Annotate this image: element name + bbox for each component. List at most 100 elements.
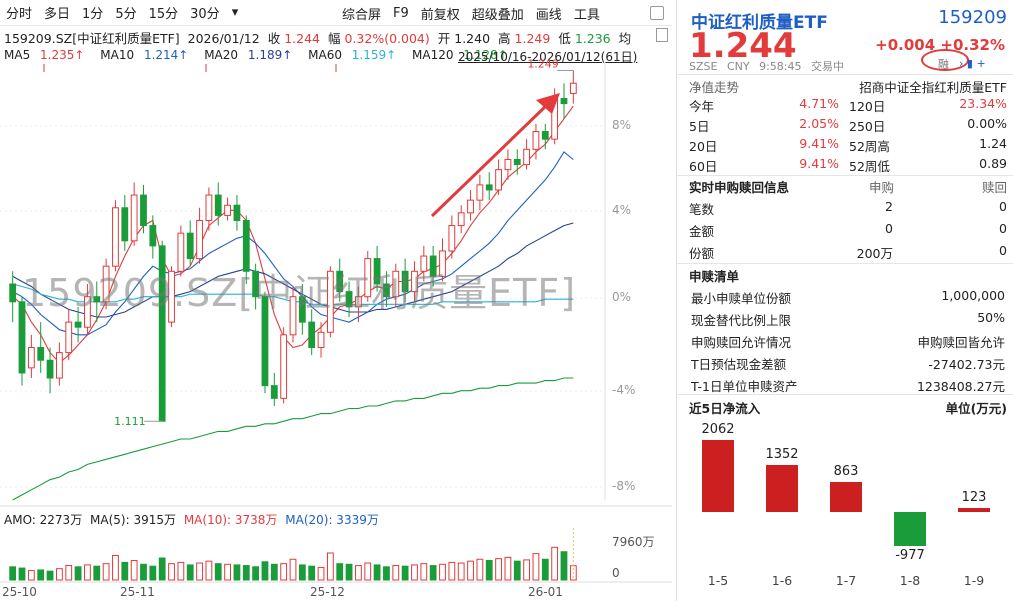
candle-body xyxy=(74,321,82,328)
volume-zero-label: 0 xyxy=(612,566,620,580)
amo-ma20: MA(20): 3339万 xyxy=(285,513,379,527)
candle-body xyxy=(308,321,316,349)
candle-body xyxy=(495,169,502,191)
volume-bar xyxy=(289,558,297,581)
volume-bar xyxy=(37,569,45,581)
candle-body xyxy=(214,194,222,216)
volume-bar xyxy=(392,565,400,581)
candle-body xyxy=(457,212,465,227)
volume-bar xyxy=(355,565,362,581)
inflow-value: 123 xyxy=(961,489,987,505)
volume-bar xyxy=(270,563,278,581)
date-tick-label: 25-12 xyxy=(310,585,345,599)
candle-body xyxy=(504,158,512,171)
pct-tick-label: 8% xyxy=(612,118,632,132)
volume-bar xyxy=(336,563,344,581)
volume-bar xyxy=(485,560,493,581)
chevron-right-icon[interactable]: › xyxy=(959,57,963,70)
inflow-bar xyxy=(702,440,734,512)
realtime-row: 笔数 2 0 xyxy=(689,199,1007,217)
realtime-row: 份额 200万 0 xyxy=(689,243,1007,261)
volume-bar xyxy=(242,565,250,581)
candle-body xyxy=(149,225,157,247)
pct-tick-label: 4% xyxy=(612,203,632,217)
flow-title: 近5日净流入 xyxy=(689,401,761,416)
list-row: T日预估现金差额 -27402.73元 xyxy=(691,357,1005,372)
inflow-date: 1-9 xyxy=(963,573,985,588)
list-row: 申购赎回允许情况 申购赎回皆允许 xyxy=(691,335,1005,350)
pct-tick-label: 0% xyxy=(612,290,632,304)
volume-bar xyxy=(93,565,101,581)
realtime-row: 金额 0 0 xyxy=(689,221,1007,239)
volume-bar xyxy=(523,559,531,581)
high-marker-label: 1.249 xyxy=(527,58,559,71)
amo-value: AMO: 2273万 xyxy=(4,513,83,527)
volume-bar xyxy=(513,560,521,581)
inflow-bar xyxy=(958,507,990,512)
fund-full-name: 招商中证全指红利质量ETF xyxy=(859,80,1007,95)
volume-bar xyxy=(18,567,26,581)
nav-trend-link[interactable]: 净值走势 xyxy=(689,77,739,96)
margin-badge[interactable]: 融 xyxy=(938,56,949,72)
candle-body xyxy=(55,352,63,379)
candle-body xyxy=(569,82,577,94)
fund-code: 159209 xyxy=(938,7,1007,28)
volume-bar xyxy=(560,551,568,581)
inflow-bar xyxy=(766,464,798,512)
volume-bar xyxy=(261,561,269,581)
add-icon[interactable]: + xyxy=(976,57,985,70)
inflow-date: 1-7 xyxy=(835,573,857,588)
perf-row: 今年 4.71% 120日 23.34% xyxy=(689,96,1007,114)
volume-bar xyxy=(298,564,306,581)
volume-bar xyxy=(429,565,437,581)
volume-bar xyxy=(158,557,166,581)
inflow-value: 863 xyxy=(833,463,859,479)
candle-body xyxy=(560,97,568,105)
volume-bar xyxy=(383,566,390,581)
date-tick-label: 25-10 xyxy=(2,585,37,599)
list-title: 申赎清单 xyxy=(689,269,740,284)
inflow-value: 1352 xyxy=(765,446,799,462)
candle-body xyxy=(196,219,203,260)
candle-body xyxy=(27,347,35,369)
volume-bar xyxy=(326,552,334,581)
annotation-arrow xyxy=(430,102,550,218)
volume-bar xyxy=(504,556,512,581)
candle-body xyxy=(46,359,54,379)
volume-bar xyxy=(224,563,231,581)
volume-bar xyxy=(401,565,409,581)
candle-body xyxy=(280,334,288,399)
currency-label: CNY xyxy=(726,60,750,73)
volume-bar xyxy=(140,563,147,581)
volume-bar xyxy=(233,564,241,581)
candle-body xyxy=(130,194,138,242)
pct-tick-label: -8% xyxy=(612,479,636,493)
candle-body xyxy=(467,199,474,214)
flow-header: 近5日净流入 单位(万元) xyxy=(689,398,1007,418)
bookmark-icon[interactable]: ▮ xyxy=(967,57,973,70)
volume-bar xyxy=(84,564,91,581)
volume-bar xyxy=(65,565,73,581)
date-tick-label: 25-11 xyxy=(120,585,155,599)
inflow-value: 2062 xyxy=(701,422,735,437)
candle-body xyxy=(476,184,484,201)
inflow-date: 1-5 xyxy=(707,573,729,588)
candle-body xyxy=(233,204,241,221)
amo-legend: AMO: 2273万 MA(5): 3915万 MA(10): 3738万 MA… xyxy=(4,511,383,528)
date-tick-label: 26-01 xyxy=(528,585,563,599)
volume-bar xyxy=(55,568,63,581)
volume-bar xyxy=(149,565,157,581)
candle-body xyxy=(65,321,73,354)
amo-ma5: MA(5): 3915万 xyxy=(90,513,176,527)
volume-bar xyxy=(196,562,203,581)
candle-body xyxy=(186,232,194,260)
volume-bar xyxy=(177,561,185,581)
candle-body xyxy=(112,207,119,267)
volume-bar xyxy=(46,570,54,581)
trading-status: 交易中 xyxy=(811,60,844,73)
volume-bar xyxy=(541,558,549,581)
volume-bar xyxy=(532,553,540,581)
low-marker-label: 1.111 xyxy=(114,415,146,428)
volume-bar xyxy=(27,570,35,581)
perf-row: 60日 9.41% 52周低 0.89 xyxy=(689,156,1007,174)
